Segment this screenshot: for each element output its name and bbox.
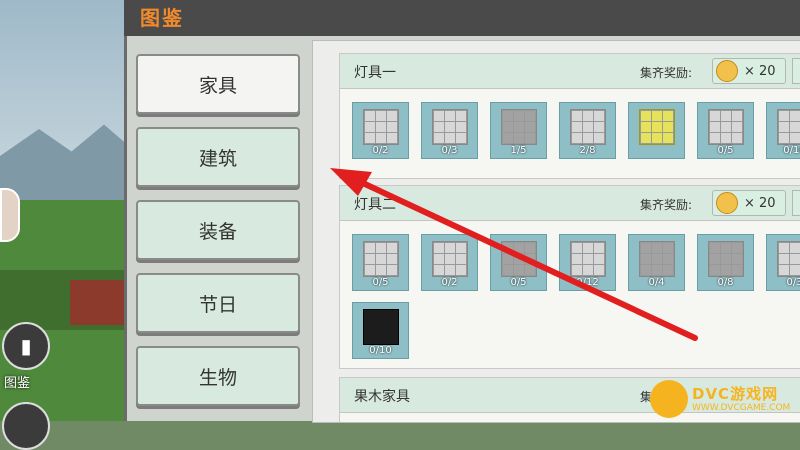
tab-label: 建筑 (198, 147, 237, 170)
avatar[interactable] (0, 188, 20, 242)
section-title: 灯具二 (354, 197, 396, 213)
block-icon (639, 241, 675, 277)
item-count: 0/5 (717, 145, 734, 156)
tab-festival[interactable]: 节日 (136, 273, 300, 333)
reward-label: 集齐奖励: (640, 198, 693, 212)
item-count: 0/2 (441, 277, 458, 288)
block-icon (570, 241, 606, 277)
watermark: DVC游戏网 WWW.DVCGAME.COM (650, 378, 800, 421)
item-count: 0/10 (783, 145, 800, 156)
block-icon (708, 241, 744, 277)
reward-count: × 20 (744, 63, 776, 79)
watermark-text: DVC游戏网 (692, 385, 779, 403)
block-icon (501, 241, 537, 277)
reward-box[interactable]: × 20 (712, 58, 786, 84)
reward-box[interactable]: × 20 (712, 190, 786, 216)
red-block (70, 280, 130, 325)
item-slot[interactable]: 0/3 (421, 102, 478, 159)
item-slot[interactable]: 0/10 (766, 102, 800, 159)
watermark-url: WWW.DVCGAME.COM (692, 403, 791, 413)
block-icon (777, 109, 800, 145)
item-slot[interactable]: 0/10 (352, 302, 409, 359)
gamepad-icon (650, 380, 688, 418)
reward-count: × 20 (744, 195, 776, 211)
item-slot[interactable]: 0/2 (421, 234, 478, 291)
item-grid: 0/5 0/2 0/5 0/12 0/4 0/8 0/3 (352, 234, 800, 291)
avatar-reward-icon (716, 60, 738, 82)
item-slot[interactable]: 2/8 (559, 102, 616, 159)
block-icon (432, 109, 468, 145)
item-slot[interactable]: 0/4 (628, 234, 685, 291)
item-count: 0/8 (717, 277, 734, 288)
title-bar (124, 0, 800, 36)
item-count: 0/5 (372, 277, 389, 288)
item-count: 0/4 (648, 277, 665, 288)
item-count: 0/5 (510, 277, 527, 288)
tab-furniture[interactable]: 家具 (136, 54, 300, 114)
item-slot[interactable]: 0/12 (559, 234, 616, 291)
block-icon (363, 109, 399, 145)
item-slot[interactable]: 0/2 (352, 102, 409, 159)
item-count: 0/3 (786, 277, 800, 288)
section-header: 灯具二 集齐奖励: × 20 (340, 186, 800, 221)
item-slot[interactable]: 0/5 (490, 234, 547, 291)
block-icon (639, 109, 675, 145)
item-count: 0/3 (441, 145, 458, 156)
encyclopedia-side-label: 图鉴 (4, 376, 31, 391)
item-grid: 0/10 (352, 302, 409, 359)
block-icon (363, 241, 399, 277)
menu-icon[interactable] (2, 402, 50, 450)
page-title: 图鉴 (140, 6, 184, 30)
item-slot[interactable]: 1/5 (490, 102, 547, 159)
item-count: 0/12 (576, 277, 599, 288)
block-icon (777, 241, 800, 277)
item-slot[interactable] (628, 102, 685, 159)
collection-section: 灯具二 集齐奖励: × 20 0/5 0/2 0/5 0/12 0/4 0/8 … (339, 185, 800, 369)
tab-label: 装备 (198, 220, 237, 243)
item-count: 0/10 (369, 345, 392, 356)
item-grid: 0/2 0/3 1/5 2/8 0/5 0/10 (352, 102, 800, 159)
block-icon (708, 109, 744, 145)
tab-creatures[interactable]: 生物 (136, 346, 300, 406)
book-icon[interactable]: ▮ (2, 322, 50, 370)
section-header: 灯具一 集齐奖励: × 20 (340, 54, 800, 89)
reward-box-extra (792, 58, 800, 84)
tab-label: 节日 (198, 293, 237, 316)
tab-label: 家具 (198, 74, 237, 97)
item-slot[interactable]: 0/5 (352, 234, 409, 291)
item-slot[interactable]: 0/5 (697, 102, 754, 159)
reward-box-extra (792, 190, 800, 216)
item-slot[interactable]: 0/8 (697, 234, 754, 291)
block-icon (432, 241, 468, 277)
tab-label: 生物 (198, 366, 237, 389)
reward-label: 集齐奖励: (640, 66, 693, 80)
collection-list[interactable]: 灯具一 集齐奖励: × 20 0/2 0/3 1/5 2/8 0/5 0/10 … (312, 40, 800, 423)
block-icon (363, 309, 399, 345)
section-title: 灯具一 (354, 65, 396, 81)
collection-section: 灯具一 集齐奖励: × 20 0/2 0/3 1/5 2/8 0/5 0/10 (339, 53, 800, 179)
block-icon (570, 109, 606, 145)
section-title: 果木家具 (354, 389, 410, 405)
category-tabs: 家具 建筑 装备 节日 生物 (136, 54, 302, 419)
item-count: 2/8 (579, 145, 596, 156)
avatar-reward-icon (716, 192, 738, 214)
block-icon (501, 109, 537, 145)
item-count: 0/2 (372, 145, 389, 156)
tab-building[interactable]: 建筑 (136, 127, 300, 187)
item-slot[interactable]: 0/3 (766, 234, 800, 291)
item-count: 1/5 (510, 145, 527, 156)
tab-equipment[interactable]: 装备 (136, 200, 300, 260)
